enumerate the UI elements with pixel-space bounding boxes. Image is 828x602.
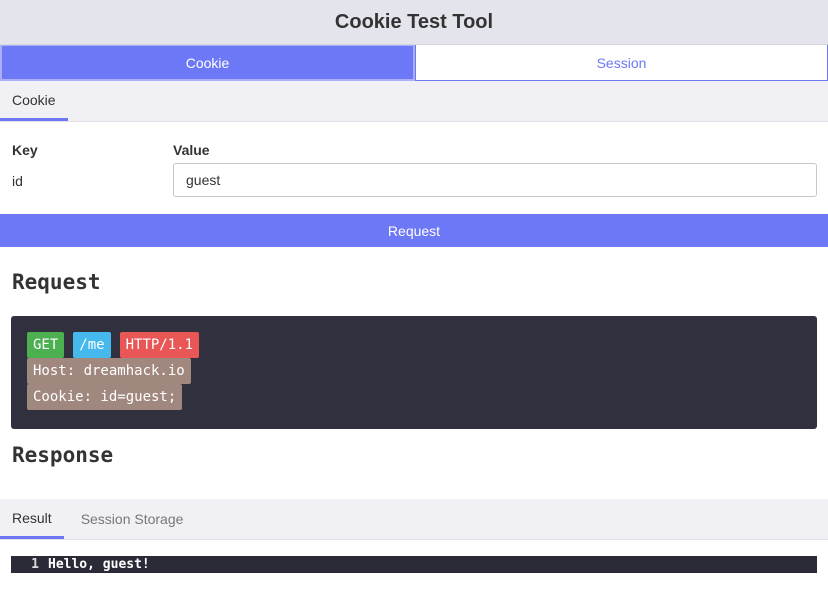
tab-result-label: Result xyxy=(12,509,52,526)
result-tabs: Result Session Storage xyxy=(0,499,828,540)
response-title: Response xyxy=(12,443,114,467)
key-column-header: Key xyxy=(12,142,38,158)
cookie-value-input[interactable] xyxy=(173,163,817,197)
tab-session-label: Session xyxy=(596,54,647,71)
method-chip: GET xyxy=(27,332,65,358)
path-chip: /me xyxy=(73,332,111,358)
subtab-cookie-label: Cookie xyxy=(12,91,56,108)
tab-result[interactable]: Result xyxy=(0,499,64,539)
tab-session[interactable]: Session xyxy=(415,45,828,81)
app-header: Cookie Test Tool xyxy=(0,0,828,45)
result-text: Hello, guest! xyxy=(48,557,150,572)
tab-session-storage-label: Session Storage xyxy=(80,511,184,527)
protocol-chip: HTTP/1.1 xyxy=(119,332,200,358)
host-header-chip: Host: dreamhack.io xyxy=(27,358,191,384)
result-editor[interactable]: 1 Hello, guest! xyxy=(11,556,817,573)
request-title: Request xyxy=(12,269,101,294)
tab-cookie-label: Cookie xyxy=(185,54,230,71)
cookie-subtabs: Cookie xyxy=(0,81,828,122)
cookie-header-chip: Cookie: id=guest; xyxy=(27,384,183,410)
tab-cookie[interactable]: Cookie xyxy=(0,45,415,81)
line-number: 1 xyxy=(31,557,39,572)
main-tabs: Cookie Session xyxy=(0,45,828,81)
value-column-header: Value xyxy=(173,142,210,158)
app-title: Cookie Test Tool xyxy=(334,10,494,33)
subtab-cookie[interactable]: Cookie xyxy=(0,81,68,121)
request-code-block: GET /me HTTP/1.1 Host: dreamhack.io Cook… xyxy=(11,316,817,429)
request-button-label: Request xyxy=(387,222,441,239)
tab-session-storage[interactable]: Session Storage xyxy=(64,499,201,539)
cookie-key: id xyxy=(12,173,23,189)
request-button[interactable]: Request xyxy=(0,214,828,247)
cookie-form: Key Value id xyxy=(0,122,828,214)
